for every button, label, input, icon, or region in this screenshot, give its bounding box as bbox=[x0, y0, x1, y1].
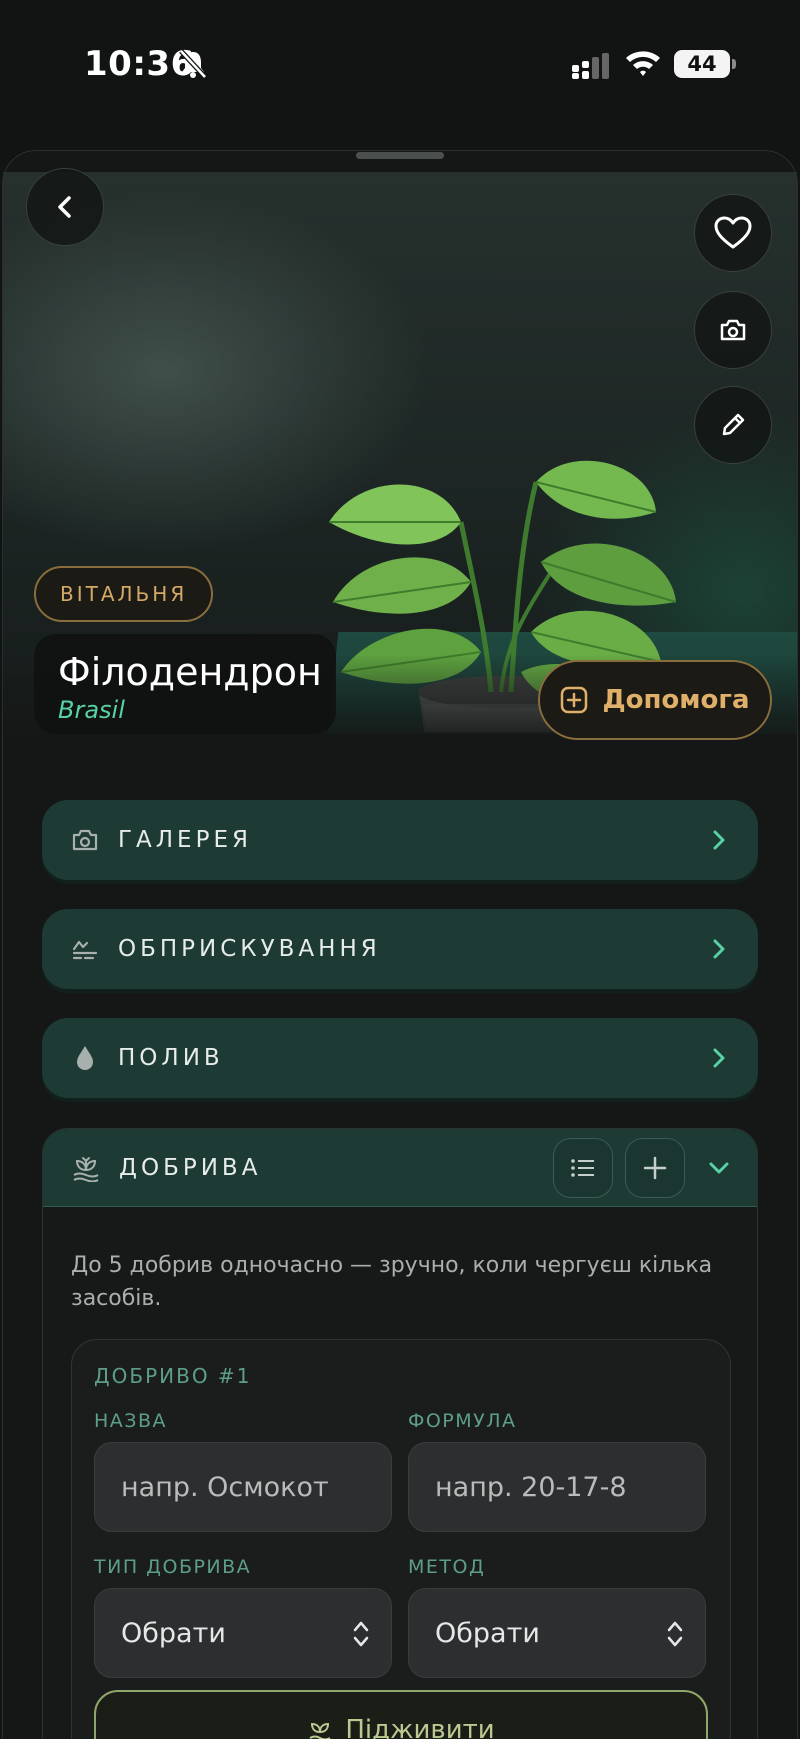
plant-variety: Brasil bbox=[58, 696, 125, 724]
fertilizer-method-value: Обрати bbox=[435, 1617, 540, 1649]
status-bar: 10:36 44 bbox=[0, 0, 800, 130]
wifi-icon bbox=[626, 51, 660, 76]
plus-square-icon bbox=[561, 686, 588, 714]
camera-icon bbox=[70, 825, 100, 855]
fertilizer-method-select[interactable]: Обрати bbox=[408, 1588, 706, 1678]
type-label: ТИП ДОБРИВА bbox=[94, 1556, 252, 1578]
plant-name-card: Філодендрон Brasil bbox=[34, 634, 336, 734]
room-badge[interactable]: ВІТАЛЬНЯ bbox=[34, 566, 214, 622]
fertilizer-list-button[interactable] bbox=[553, 1137, 613, 1198]
heart-icon bbox=[714, 216, 752, 249]
add-fertilizer-button[interactable] bbox=[625, 1137, 685, 1198]
fertilizer-panel: ДОБРИВА До 5 добрив одночасно — зручно, … bbox=[42, 1128, 758, 1739]
section-spraying[interactable]: ОБПРИСКУВАННЯ bbox=[42, 909, 758, 989]
plant-name: Філодендрон bbox=[58, 650, 322, 694]
back-button[interactable] bbox=[26, 168, 104, 246]
fertilizer-name-input[interactable]: напр. Осмокот bbox=[94, 1442, 392, 1532]
fertilizer-type-select[interactable]: Обрати bbox=[94, 1588, 392, 1678]
feed-button-label: Підживити bbox=[345, 1715, 495, 1739]
fertilizer-card: ДОБРИВО #1 НАЗВА ФОРМУЛА напр. Осмокот н… bbox=[71, 1339, 731, 1739]
section-spraying-label: ОБПРИСКУВАННЯ bbox=[118, 936, 381, 962]
favorite-button[interactable] bbox=[694, 194, 772, 272]
chevron-left-icon bbox=[58, 196, 71, 218]
fertilizer-formula-input[interactable]: напр. 20-17-8 bbox=[408, 1442, 706, 1532]
formula-label: ФОРМУЛА bbox=[408, 1410, 517, 1432]
chevron-right-icon bbox=[713, 830, 725, 850]
fertilizer-header[interactable]: ДОБРИВА bbox=[43, 1129, 757, 1207]
mist-icon bbox=[70, 934, 100, 964]
chevron-down-icon[interactable] bbox=[707, 1156, 731, 1180]
name-label: НАЗВА bbox=[94, 1410, 167, 1432]
fertilizer-card-title: ДОБРИВО #1 bbox=[94, 1364, 252, 1388]
sprout-icon bbox=[309, 1722, 331, 1739]
select-arrows-icon bbox=[353, 1621, 369, 1647]
section-watering-label: ПОЛИВ bbox=[118, 1045, 224, 1071]
edit-button[interactable] bbox=[694, 386, 772, 464]
fertilizer-hint: До 5 добрив одночасно — зручно, коли чер… bbox=[71, 1253, 713, 1311]
method-label: МЕТОД bbox=[408, 1556, 486, 1578]
signal-icon bbox=[572, 53, 609, 79]
help-button[interactable]: Допомога bbox=[538, 660, 772, 740]
feed-button[interactable]: Підживити bbox=[94, 1690, 708, 1739]
fertilizer-label: ДОБРИВА bbox=[119, 1154, 262, 1181]
battery-indicator: 44 bbox=[674, 50, 736, 78]
section-watering[interactable]: ПОЛИВ bbox=[42, 1018, 758, 1098]
camera-icon bbox=[720, 319, 746, 341]
camera-button[interactable] bbox=[694, 291, 772, 369]
section-gallery[interactable]: ГАЛЕРЕЯ bbox=[42, 800, 758, 880]
fertilizer-type-value: Обрати bbox=[121, 1617, 226, 1649]
section-gallery-label: ГАЛЕРЕЯ bbox=[118, 827, 252, 853]
droplet-icon bbox=[70, 1043, 100, 1073]
sprout-icon bbox=[71, 1153, 101, 1183]
pencil-icon bbox=[722, 413, 745, 436]
select-arrows-icon bbox=[667, 1621, 683, 1647]
plus-icon bbox=[643, 1156, 667, 1179]
chevron-right-icon bbox=[713, 1048, 725, 1068]
sheet-grabber[interactable] bbox=[356, 152, 444, 159]
bell-muted-icon bbox=[179, 49, 207, 79]
chevron-right-icon bbox=[713, 939, 725, 959]
list-icon bbox=[571, 1158, 594, 1177]
help-button-label: Допомога bbox=[602, 685, 750, 715]
